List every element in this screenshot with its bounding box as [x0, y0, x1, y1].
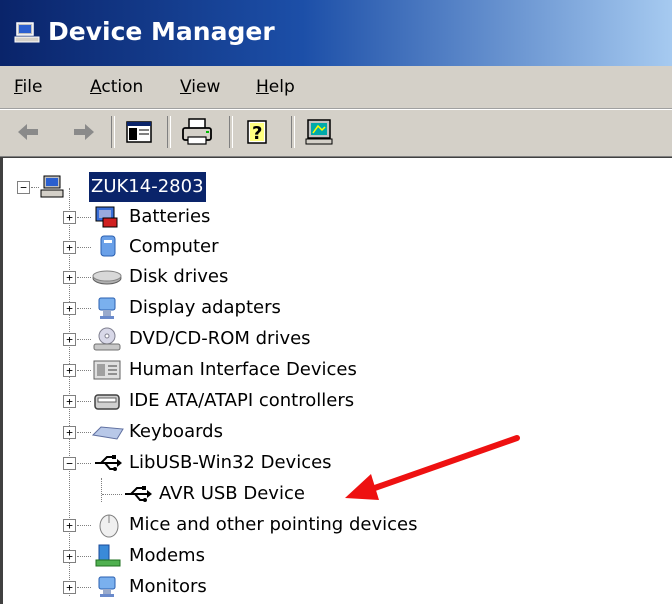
toolbar-separator [167, 116, 171, 148]
device-tree: − ZUK14-2803 + Batteries + Computer + Di… [0, 157, 672, 604]
toolbar-separator [291, 116, 295, 148]
expand-icon[interactable]: + [63, 241, 76, 254]
tree-item-monitors[interactable]: + Monitors [3, 572, 672, 602]
toolbar-separator [229, 116, 233, 148]
tree-root-label: ZUK14-2803 [88, 171, 207, 203]
tree-connector [77, 556, 91, 557]
back-icon[interactable] [14, 115, 42, 149]
modem-icon [95, 544, 121, 567]
tree-connector [77, 463, 91, 464]
usb-icon [125, 486, 152, 502]
expand-icon[interactable]: + [63, 211, 76, 224]
collapse-root-icon[interactable]: − [17, 181, 30, 194]
menu-bar: File Action View Help [0, 66, 672, 109]
expand-icon[interactable]: + [63, 550, 76, 563]
expand-icon[interactable]: + [63, 271, 76, 284]
tree-connector [102, 494, 122, 495]
battery-icon [95, 206, 118, 228]
toolbar: ? [0, 109, 672, 158]
tree-connector [77, 277, 91, 278]
menu-file[interactable]: File [14, 66, 42, 108]
red-arrow-annotation [345, 435, 520, 500]
tree-connector [77, 308, 91, 309]
tree-item-mice-and-other-pointing-devices[interactable]: + Mice and other pointing devices [3, 510, 672, 540]
expand-icon[interactable]: + [63, 581, 76, 594]
tree-item-batteries[interactable]: + Batteries [3, 202, 672, 232]
expand-icon[interactable]: + [63, 426, 76, 439]
tree-connector [77, 247, 91, 248]
expand-icon[interactable]: + [63, 302, 76, 315]
expand-icon[interactable]: + [63, 519, 76, 532]
ide-controller-icon [94, 394, 120, 410]
menu-action[interactable]: Action [90, 66, 143, 108]
tree-item-computer[interactable]: + Computer [3, 232, 672, 262]
menu-view[interactable]: View [180, 66, 220, 108]
svg-text:?: ? [252, 123, 262, 144]
expand-icon[interactable]: + [63, 333, 76, 346]
collapse-icon[interactable]: − [63, 457, 76, 470]
display-adapter-icon [98, 297, 116, 319]
tree-connector [77, 525, 91, 526]
device-manager-icon [14, 22, 40, 43]
forward-icon[interactable] [70, 115, 98, 149]
mouse-icon [99, 514, 119, 538]
dvd-drive-icon [93, 327, 121, 351]
menu-help[interactable]: Help [256, 66, 295, 108]
tree-connector [31, 187, 39, 188]
properties-icon[interactable] [304, 115, 336, 149]
expand-icon[interactable]: + [63, 395, 76, 408]
show-hide-console-tree-icon[interactable] [124, 115, 156, 149]
toolbar-separator [111, 116, 115, 148]
tree-connector [77, 587, 91, 588]
title-bar: Device Manager [0, 0, 672, 66]
disk-drive-icon [92, 270, 122, 285]
computer-root-icon [40, 175, 64, 198]
tree-item-dvd-cd-rom-drives[interactable]: + DVD/CD-ROM drives [3, 324, 672, 354]
computer-icon [100, 235, 116, 257]
expand-icon[interactable]: + [63, 364, 76, 377]
tree-item-human-interface-devices[interactable]: + Human Interface Devices [3, 355, 672, 385]
print-icon[interactable] [180, 115, 216, 149]
tree-root[interactable]: − ZUK14-2803 [3, 171, 672, 203]
tree-connector [77, 339, 91, 340]
usb-icon [95, 455, 122, 471]
tree-item-ide-ata-atapi-controllers[interactable]: + IDE ATA/ATAPI controllers [3, 386, 672, 416]
window-title: Device Manager [48, 17, 275, 46]
tree-connector [77, 401, 91, 402]
tree-connector [77, 217, 91, 218]
tree-item-display-adapters[interactable]: + Display adapters [3, 293, 672, 323]
keyboard-icon [91, 426, 124, 440]
tree-item-modems[interactable]: + Modems [3, 541, 672, 571]
hid-icon [93, 360, 121, 380]
help-icon[interactable]: ? [244, 115, 276, 149]
tree-item-disk-drives[interactable]: + Disk drives [3, 262, 672, 292]
tree-connector [77, 370, 91, 371]
tree-connector [77, 432, 91, 433]
monitor-icon [98, 576, 116, 597]
